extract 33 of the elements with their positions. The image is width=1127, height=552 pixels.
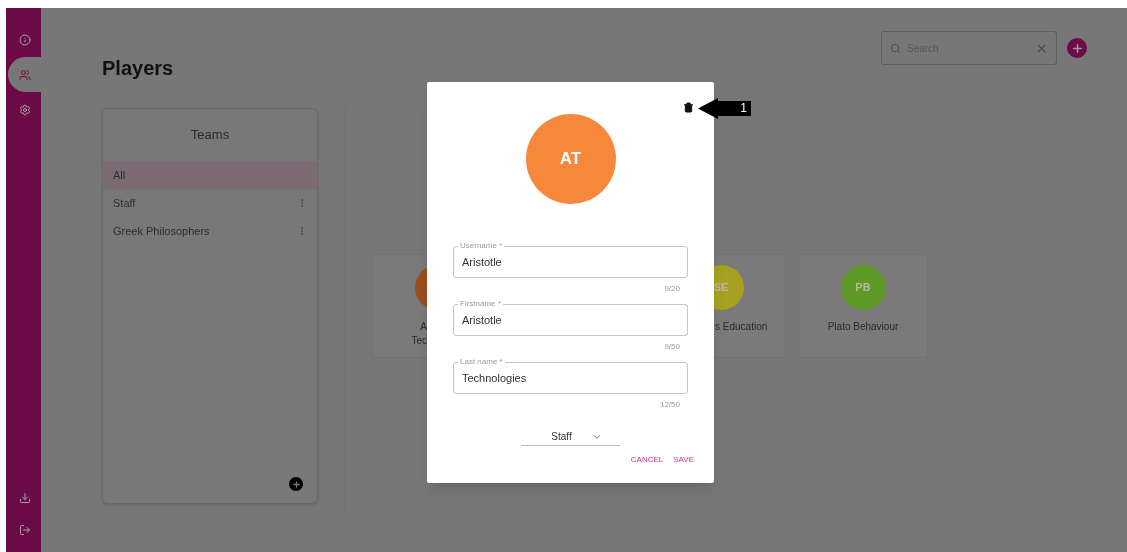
dialog-button[interactable]: SAVE: [673, 452, 694, 468]
search-icon: [890, 42, 901, 54]
player-name: Tec: [410, 334, 427, 348]
plus-icon: [1070, 41, 1084, 55]
team-item[interactable]: All: [103, 161, 317, 189]
field-value: Aristotle: [462, 312, 502, 328]
character-counter: 12/50: [659, 399, 681, 411]
field-value: Technologies: [462, 370, 527, 386]
team-item[interactable]: Staff: [103, 189, 317, 217]
dialog-button[interactable]: CANCEL: [630, 452, 664, 468]
add-team-button[interactable]: [289, 477, 303, 491]
plus-icon: [291, 479, 301, 489]
add-button[interactable]: [1067, 38, 1087, 58]
sidebar-tab[interactable]: [8, 57, 41, 92]
player-name: s Education: [715, 320, 768, 334]
page-title: Players: [102, 56, 174, 81]
people-icon: [18, 68, 31, 81]
info-icon: [18, 33, 31, 46]
field-value: Aristotle: [462, 254, 502, 270]
settings-icon: [18, 103, 31, 116]
character-counter: 9/20: [664, 283, 681, 295]
player-name: A: [419, 320, 427, 334]
logout-icon: [18, 524, 31, 536]
team-select[interactable]: Staff: [521, 428, 620, 446]
avatar: AT: [525, 114, 616, 204]
delete-icon[interactable]: [683, 102, 694, 113]
team-item[interactable]: Greek Philosophers: [103, 217, 317, 245]
player-card[interactable]: PB Plato Behaviour: [798, 254, 928, 358]
character-counter: 9/50: [664, 341, 681, 353]
panel-title: Teams: [189, 126, 231, 145]
avatar: PB: [840, 265, 886, 310]
player-name: Plato Behaviour: [827, 320, 899, 334]
download-icon: [18, 492, 31, 504]
